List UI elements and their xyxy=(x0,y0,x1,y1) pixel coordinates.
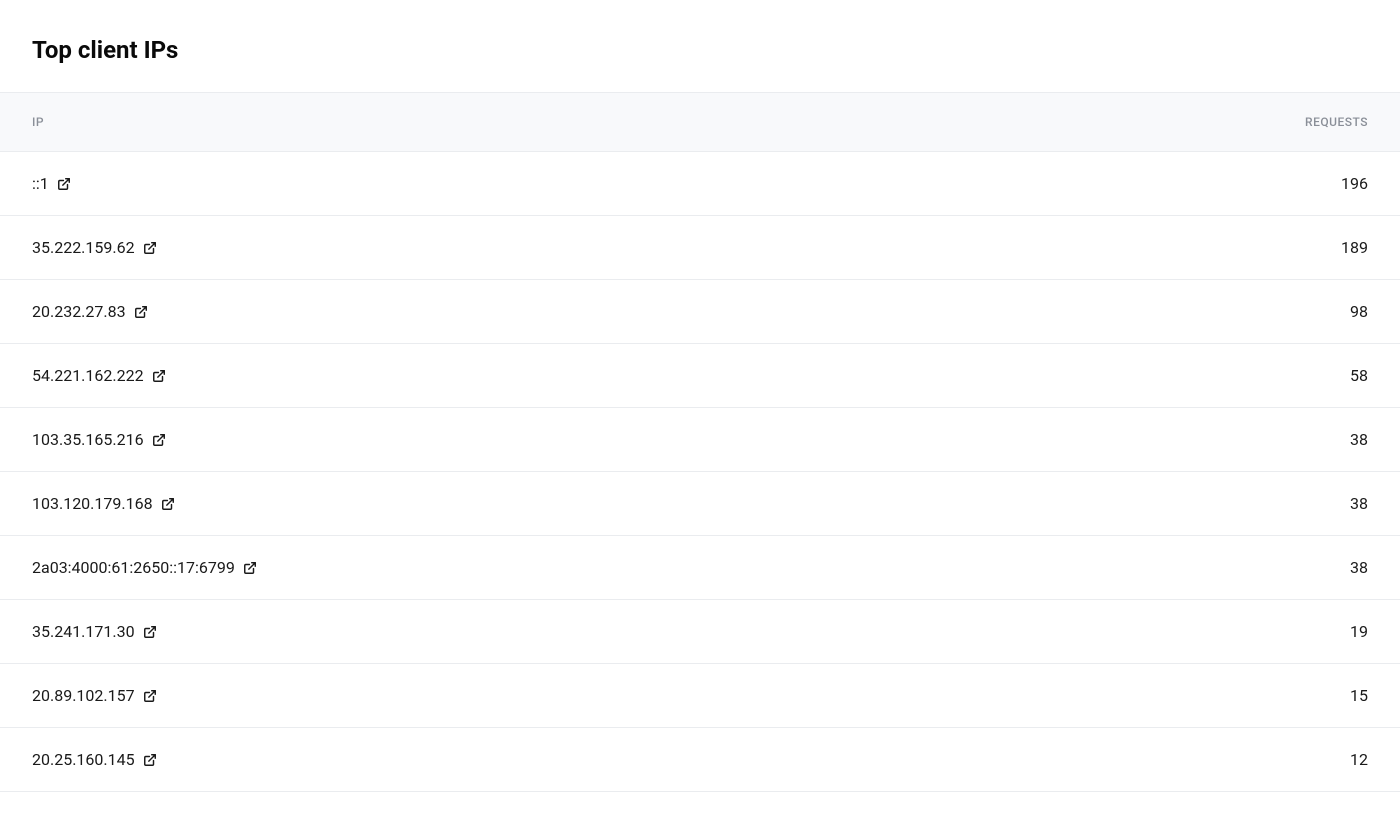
requests-count: 189 xyxy=(1341,238,1368,257)
external-link-icon[interactable] xyxy=(243,561,257,575)
ip-cell: 54.221.162.222 xyxy=(32,366,166,385)
page-title: Top client IPs xyxy=(0,0,1400,92)
ip-address: 20.25.160.145 xyxy=(32,750,135,769)
requests-count: 15 xyxy=(1350,686,1368,705)
table-row: 54.221.162.222 58 xyxy=(0,344,1400,408)
table-row: 20.89.102.157 15 xyxy=(0,664,1400,728)
ip-cell: 103.120.179.168 xyxy=(32,494,175,513)
table-row: 35.222.159.62 189 xyxy=(0,216,1400,280)
table-row: 103.35.165.216 38 xyxy=(0,408,1400,472)
ip-cell: 103.35.165.216 xyxy=(32,430,166,449)
ip-address: 35.222.159.62 xyxy=(32,238,135,257)
ip-cell: 35.222.159.62 xyxy=(32,238,157,257)
requests-count: 38 xyxy=(1350,494,1368,513)
ip-address: ::1 xyxy=(32,174,49,193)
table-body: ::1 19635.222.159.62 18920.232.27.83 9854.2… xyxy=(0,152,1400,792)
table-row: 2a03:4000:61:2650::17:6799 38 xyxy=(0,536,1400,600)
top-client-ips-panel: Top client IPs IP REQUESTS ::1 19635.222.… xyxy=(0,0,1400,792)
external-link-icon[interactable] xyxy=(161,497,175,511)
ip-address: 2a03:4000:61:2650::17:6799 xyxy=(32,558,235,577)
ip-address: 103.35.165.216 xyxy=(32,430,144,449)
external-link-icon[interactable] xyxy=(143,241,157,255)
ip-address: 35.241.171.30 xyxy=(32,622,135,641)
ip-address: 103.120.179.168 xyxy=(32,494,153,513)
table-row: ::1 196 xyxy=(0,152,1400,216)
ip-address: 20.89.102.157 xyxy=(32,686,135,705)
external-link-icon[interactable] xyxy=(152,433,166,447)
table-row: 20.25.160.145 12 xyxy=(0,728,1400,792)
column-header-ip: IP xyxy=(32,115,44,129)
requests-count: 19 xyxy=(1350,622,1368,641)
ip-cell: 20.89.102.157 xyxy=(32,686,157,705)
table-row: 35.241.171.30 19 xyxy=(0,600,1400,664)
external-link-icon[interactable] xyxy=(152,369,166,383)
external-link-icon[interactable] xyxy=(143,753,157,767)
requests-count: 38 xyxy=(1350,558,1368,577)
ip-cell: 20.25.160.145 xyxy=(32,750,157,769)
ip-cell: 35.241.171.30 xyxy=(32,622,157,641)
requests-count: 38 xyxy=(1350,430,1368,449)
ip-cell: 20.232.27.83 xyxy=(32,302,148,321)
requests-count: 58 xyxy=(1350,366,1368,385)
ip-cell: ::1 xyxy=(32,174,71,193)
table-row: 103.120.179.168 38 xyxy=(0,472,1400,536)
requests-count: 196 xyxy=(1341,174,1368,193)
external-link-icon[interactable] xyxy=(143,689,157,703)
table-row: 20.232.27.83 98 xyxy=(0,280,1400,344)
table-header: IP REQUESTS xyxy=(0,92,1400,152)
requests-count: 98 xyxy=(1350,302,1368,321)
external-link-icon[interactable] xyxy=(134,305,148,319)
ip-address: 20.232.27.83 xyxy=(32,302,126,321)
external-link-icon[interactable] xyxy=(57,177,71,191)
ip-address: 54.221.162.222 xyxy=(32,366,144,385)
column-header-requests: REQUESTS xyxy=(1305,115,1368,129)
external-link-icon[interactable] xyxy=(143,625,157,639)
requests-count: 12 xyxy=(1350,750,1368,769)
ip-cell: 2a03:4000:61:2650::17:6799 xyxy=(32,558,257,577)
